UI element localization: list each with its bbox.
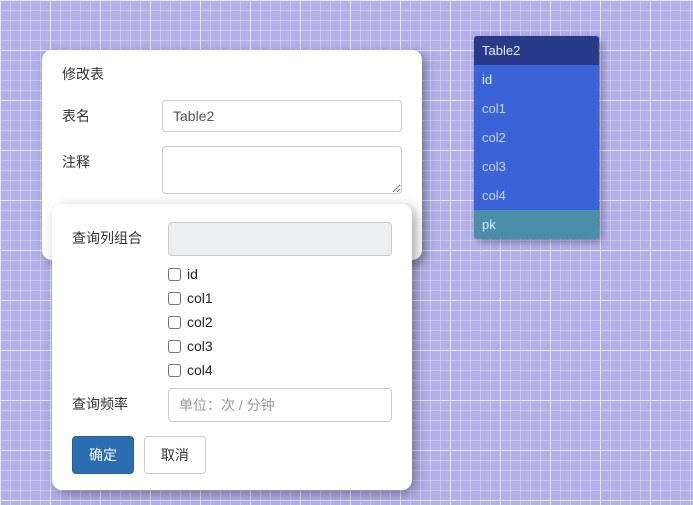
table-widget-row[interactable]: col2: [474, 123, 599, 152]
button-row: 确定 取消: [72, 436, 392, 474]
table-name-label: 表名: [62, 100, 162, 126]
checkbox-label: col1: [187, 290, 213, 306]
checkbox-id[interactable]: [168, 268, 181, 281]
modal-title: 修改表: [62, 64, 402, 84]
query-freq-input[interactable]: [168, 388, 392, 422]
table-widget-row[interactable]: id: [474, 65, 599, 94]
table-widget-footer[interactable]: pk: [474, 210, 599, 239]
form-row-query-freq: 查询频率: [72, 388, 392, 422]
form-row-query-cols: 查询列组合: [72, 222, 392, 256]
checkbox-item-col1[interactable]: col1: [168, 290, 392, 306]
checkbox-col2[interactable]: [168, 316, 181, 329]
checkbox-item-col4[interactable]: col4: [168, 362, 392, 378]
comment-textarea[interactable]: [162, 146, 402, 194]
table-widget-row[interactable]: col1: [474, 94, 599, 123]
form-row-table-name: 表名: [62, 100, 402, 132]
query-cols-label: 查询列组合: [72, 222, 168, 248]
table-widget-row[interactable]: col4: [474, 181, 599, 210]
checkbox-label: id: [187, 266, 198, 282]
checkbox-col4[interactable]: [168, 364, 181, 377]
checkbox-label: col4: [187, 362, 213, 378]
checkbox-item-col3[interactable]: col3: [168, 338, 392, 354]
checkbox-col3[interactable]: [168, 340, 181, 353]
checkbox-col1[interactable]: [168, 292, 181, 305]
query-cols-checkbox-list: id col1 col2 col3 col4: [168, 266, 392, 378]
checkbox-label: col2: [187, 314, 213, 330]
confirm-button[interactable]: 确定: [72, 436, 134, 474]
form-row-comment: 注释: [62, 146, 402, 194]
query-config-modal: 查询列组合 id col1 col2 col3 col4 查询频率 确定 取消: [52, 204, 412, 490]
table-name-input[interactable]: [162, 100, 402, 132]
query-freq-label: 查询频率: [72, 388, 168, 414]
table-schema-widget[interactable]: Table2 id col1 col2 col3 col4 pk: [474, 36, 599, 239]
query-cols-input[interactable]: [168, 222, 392, 256]
checkbox-item-id[interactable]: id: [168, 266, 392, 282]
checkbox-label: col3: [187, 338, 213, 354]
checkbox-item-col2[interactable]: col2: [168, 314, 392, 330]
comment-label: 注释: [62, 146, 162, 172]
table-widget-header[interactable]: Table2: [474, 36, 599, 65]
cancel-button[interactable]: 取消: [144, 436, 206, 474]
table-widget-row[interactable]: col3: [474, 152, 599, 181]
